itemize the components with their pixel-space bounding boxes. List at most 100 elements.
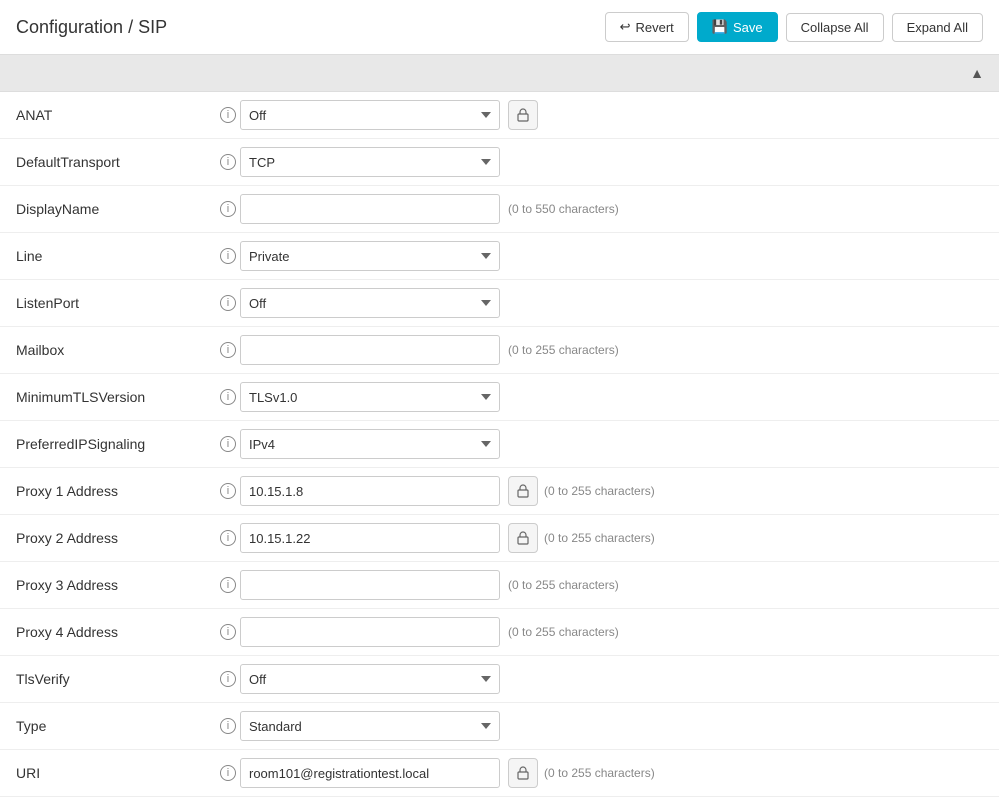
hint-proxy4_address: (0 to 255 characters) <box>508 625 619 639</box>
field-label-proxy4_address: Proxy 4 Address <box>16 624 216 640</box>
info-circle: i <box>220 107 236 123</box>
select-tls_verify[interactable]: OffOn <box>240 664 500 694</box>
field-label-proxy1_address: Proxy 1 Address <box>16 483 216 499</box>
info-icon-uri[interactable]: i <box>216 765 240 781</box>
info-icon-anat[interactable]: i <box>216 107 240 123</box>
info-icon-listen_port[interactable]: i <box>216 295 240 311</box>
header: Configuration / SIP ↩ Revert 💾 Save Coll… <box>0 0 999 55</box>
field-extra-mailbox: (0 to 255 characters) <box>508 343 619 357</box>
field-control-default_transport: TCPUDPTLS <box>240 147 500 177</box>
select-preferred_ip_signaling[interactable]: IPv4IPv6 <box>240 429 500 459</box>
save-icon: 💾 <box>712 19 728 35</box>
info-circle: i <box>220 624 236 640</box>
lock-icon-btn-proxy1_address[interactable] <box>508 476 538 506</box>
info-icon-display_name[interactable]: i <box>216 201 240 217</box>
field-row-uri: URIi (0 to 255 characters) <box>0 750 999 797</box>
field-control-minimum_tls_version: TLSv1.0TLSv1.1TLSv1.2 <box>240 382 500 412</box>
collapse-arrow-button[interactable]: ▲ <box>967 63 987 83</box>
field-row-type: TypeiStandardBasic <box>0 703 999 750</box>
collapse-all-button[interactable]: Collapse All <box>786 13 884 42</box>
field-label-proxy3_address: Proxy 3 Address <box>16 577 216 593</box>
info-circle: i <box>220 436 236 452</box>
hint-proxy3_address: (0 to 255 characters) <box>508 578 619 592</box>
info-circle: i <box>220 577 236 593</box>
lock-icon-btn-uri[interactable] <box>508 758 538 788</box>
field-label-preferred_ip_signaling: PreferredIPSignaling <box>16 436 216 452</box>
info-icon-mailbox[interactable]: i <box>216 342 240 358</box>
field-label-uri: URI <box>16 765 216 781</box>
lock-icon-btn-anat[interactable] <box>508 100 538 130</box>
field-extra-proxy4_address: (0 to 255 characters) <box>508 625 619 639</box>
field-label-listen_port: ListenPort <box>16 295 216 311</box>
field-row-minimum_tls_version: MinimumTLSVersioniTLSv1.0TLSv1.1TLSv1.2 <box>0 374 999 421</box>
field-control-type: StandardBasic <box>240 711 500 741</box>
field-row-proxy4_address: Proxy 4 Addressi (0 to 255 characters) <box>0 609 999 656</box>
field-label-anat: ANAT <box>16 107 216 123</box>
input-proxy2_address[interactable] <box>240 523 500 553</box>
info-icon-proxy4_address[interactable]: i <box>216 624 240 640</box>
content-area: ANATiOffOnDefaultTransportiTCPUDPTLSDisp… <box>0 92 999 797</box>
info-icon-default_transport[interactable]: i <box>216 154 240 170</box>
select-listen_port[interactable]: OffOn <box>240 288 500 318</box>
input-proxy1_address[interactable] <box>240 476 500 506</box>
field-row-proxy1_address: Proxy 1 Addressi (0 to 255 characters) <box>0 468 999 515</box>
select-minimum_tls_version[interactable]: TLSv1.0TLSv1.1TLSv1.2 <box>240 382 500 412</box>
field-extra-proxy2_address: (0 to 255 characters) <box>508 523 655 553</box>
field-control-listen_port: OffOn <box>240 288 500 318</box>
info-icon-proxy1_address[interactable]: i <box>216 483 240 499</box>
field-control-proxy2_address <box>240 523 500 553</box>
field-extra-proxy1_address: (0 to 255 characters) <box>508 476 655 506</box>
field-row-proxy3_address: Proxy 3 Addressi (0 to 255 characters) <box>0 562 999 609</box>
select-type[interactable]: StandardBasic <box>240 711 500 741</box>
info-circle: i <box>220 248 236 264</box>
input-display_name[interactable] <box>240 194 500 224</box>
field-row-mailbox: Mailboxi(0 to 255 characters) <box>0 327 999 374</box>
input-proxy3_address[interactable] <box>240 570 500 600</box>
field-row-proxy2_address: Proxy 2 Addressi(0 to 255 characters) <box>0 515 999 562</box>
info-circle: i <box>220 671 236 687</box>
hint-mailbox: (0 to 255 characters) <box>508 343 619 357</box>
field-control-preferred_ip_signaling: IPv4IPv6 <box>240 429 500 459</box>
field-control-uri <box>240 758 500 788</box>
field-row-listen_port: ListenPortiOffOn <box>0 280 999 327</box>
save-button[interactable]: 💾 Save <box>697 12 778 42</box>
info-icon-minimum_tls_version[interactable]: i <box>216 389 240 405</box>
hint-proxy2_address: (0 to 255 characters) <box>544 531 655 545</box>
expand-all-button[interactable]: Expand All <box>892 13 983 42</box>
field-control-mailbox <box>240 335 500 365</box>
field-label-type: Type <box>16 718 216 734</box>
field-extra-display_name: (0 to 550 characters) <box>508 202 619 216</box>
field-row-preferred_ip_signaling: PreferredIPSignalingiIPv4IPv6 <box>0 421 999 468</box>
input-proxy4_address[interactable] <box>240 617 500 647</box>
section-header: ▲ <box>0 55 999 92</box>
revert-button[interactable]: ↩ Revert <box>605 12 689 42</box>
field-extra-uri: (0 to 255 characters) <box>508 758 655 788</box>
field-control-proxy3_address <box>240 570 500 600</box>
field-extra-proxy3_address: (0 to 255 characters) <box>508 578 619 592</box>
select-default_transport[interactable]: TCPUDPTLS <box>240 147 500 177</box>
field-row-default_transport: DefaultTransportiTCPUDPTLS <box>0 139 999 186</box>
select-line[interactable]: PrivatePublic <box>240 241 500 271</box>
info-circle: i <box>220 530 236 546</box>
field-label-minimum_tls_version: MinimumTLSVersion <box>16 389 216 405</box>
info-icon-type[interactable]: i <box>216 718 240 734</box>
info-circle: i <box>220 154 236 170</box>
field-control-proxy4_address <box>240 617 500 647</box>
info-icon-proxy2_address[interactable]: i <box>216 530 240 546</box>
page-title: Configuration / SIP <box>16 17 167 38</box>
field-label-display_name: DisplayName <box>16 201 216 217</box>
info-icon-line[interactable]: i <box>216 248 240 264</box>
select-anat[interactable]: OffOn <box>240 100 500 130</box>
info-circle: i <box>220 483 236 499</box>
lock-icon-btn-proxy2_address[interactable] <box>508 523 538 553</box>
input-uri[interactable] <box>240 758 500 788</box>
info-circle: i <box>220 201 236 217</box>
info-circle: i <box>220 295 236 311</box>
info-icon-proxy3_address[interactable]: i <box>216 577 240 593</box>
info-icon-preferred_ip_signaling[interactable]: i <box>216 436 240 452</box>
info-circle: i <box>220 765 236 781</box>
header-actions: ↩ Revert 💾 Save Collapse All Expand All <box>605 12 983 42</box>
info-icon-tls_verify[interactable]: i <box>216 671 240 687</box>
info-circle: i <box>220 718 236 734</box>
input-mailbox[interactable] <box>240 335 500 365</box>
